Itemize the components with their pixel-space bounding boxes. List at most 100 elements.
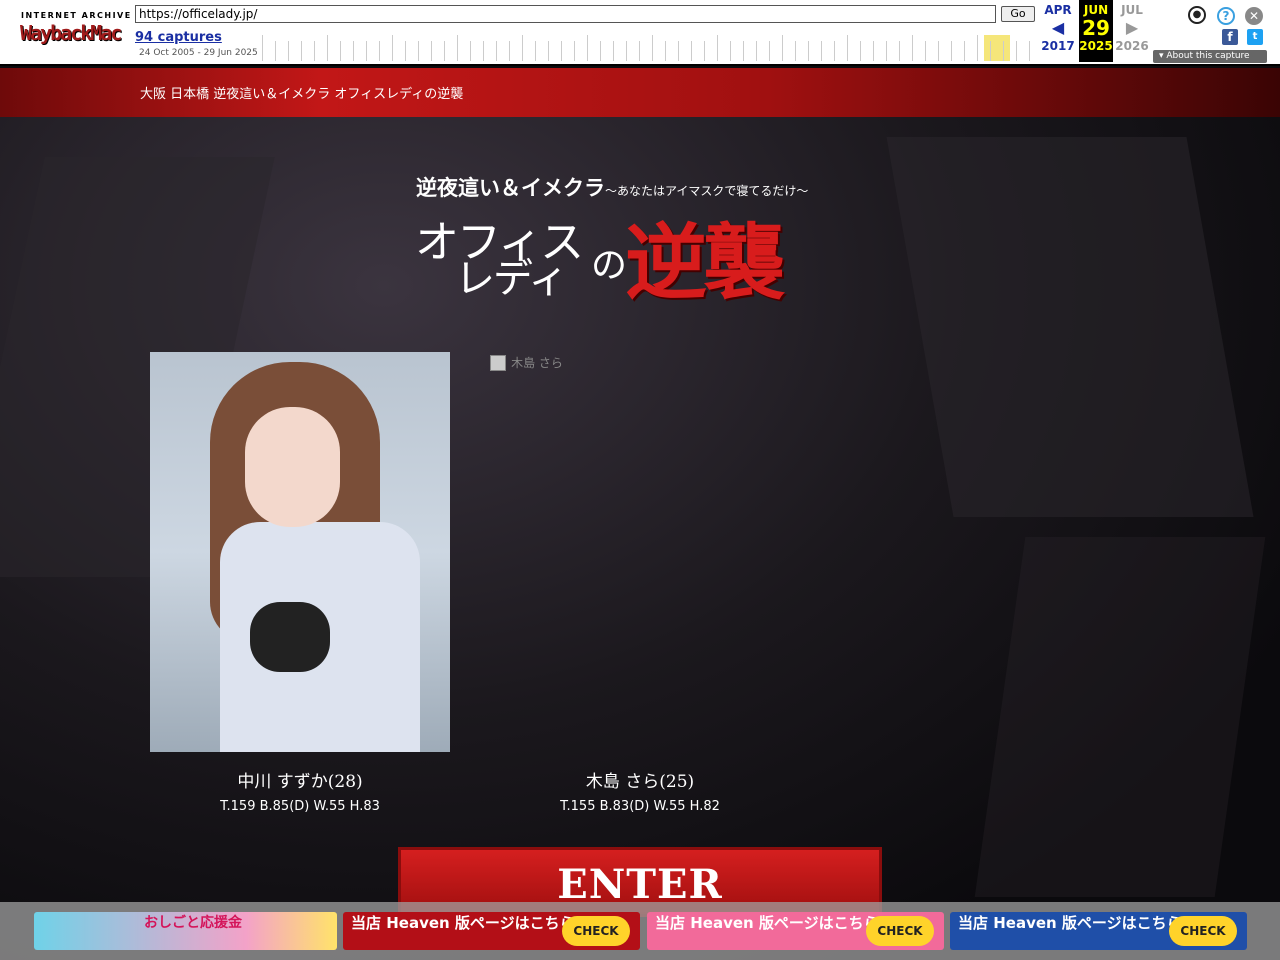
banner-check: CHECK xyxy=(1169,916,1237,946)
sparkline-tick xyxy=(873,41,874,61)
bg-shape xyxy=(974,537,1266,897)
sparkline-tick xyxy=(301,41,302,61)
current-year-label: 2025 xyxy=(1079,39,1113,53)
sparkline-tick xyxy=(418,41,419,61)
banner-text: 当店 Heaven 版ページはこちら xyxy=(958,914,1182,932)
cast-spec: T.159 B.85(D) W.55 H.83 xyxy=(220,799,380,814)
sparkline-tick xyxy=(483,41,484,61)
wayback-go-button[interactable]: Go xyxy=(1001,6,1035,22)
sparkline-tick xyxy=(639,41,640,61)
wayback-prev-month[interactable]: APR ◀ 2017 xyxy=(1040,0,1076,53)
sparkline-tick xyxy=(964,41,965,61)
sparkline-tick xyxy=(717,35,718,61)
sparkline-tick xyxy=(678,41,679,61)
sparkline-tick xyxy=(574,41,575,61)
sparkline-tick xyxy=(470,41,471,61)
sparkline-tick xyxy=(379,41,380,61)
sparkline-tick xyxy=(535,41,536,61)
broken-image-icon xyxy=(490,354,506,371)
next-arrow-icon[interactable]: ▶ xyxy=(1114,17,1150,39)
sparkline-tick xyxy=(834,41,835,61)
sparkline-tick xyxy=(509,41,510,61)
wayback-next-month[interactable]: JUL ▶ 2026 xyxy=(1114,0,1150,53)
sparkline-tick xyxy=(431,41,432,61)
photo-lace xyxy=(250,602,330,672)
help-icon[interactable]: ? xyxy=(1217,7,1235,25)
sparkline-tick xyxy=(522,35,523,61)
site-logo: 逆夜這い＆イメクラ～あなたはアイマスクで寝てるだけ～ オフィス レディ の 逆襲 xyxy=(415,168,865,313)
sparkline-tick xyxy=(366,41,367,61)
sparkline-tick xyxy=(600,41,601,61)
sparkline-tick xyxy=(743,41,744,61)
sparkline-tick xyxy=(925,41,926,61)
banner-heaven-3[interactable]: 当店 Heaven 版ページはこちら CHECK xyxy=(950,912,1247,950)
banner-vanilla[interactable]: おしごと応援金 xyxy=(34,912,337,950)
banner-heaven-2[interactable]: 当店 Heaven 版ページはこちら CHECK xyxy=(647,912,944,950)
banner-strip: おしごと応援金 当店 Heaven 版ページはこちら CHECK 当店 Heav… xyxy=(0,902,1280,960)
prev-month-label: APR xyxy=(1044,3,1072,17)
cast-card[interactable]: 中川 すずか(28) T.159 B.85(D) W.55 H.83 xyxy=(150,352,450,814)
cast-name: 木島 さら(25) xyxy=(585,772,695,792)
cast-spec: T.155 B.83(D) W.55 H.82 xyxy=(560,799,720,814)
cast-card[interactable]: 木島 さら 木島 さら(25) T.155 B.83(D) W.55 H.82 xyxy=(490,352,790,814)
sparkline-tick xyxy=(327,35,328,61)
banner-heaven-1[interactable]: 当店 Heaven 版ページはこちら CHECK xyxy=(343,912,640,950)
wayback-sparkline[interactable] xyxy=(262,33,1038,61)
wayback-logo[interactable]: WaybackMachine xyxy=(20,21,122,47)
sparkline-tick xyxy=(730,41,731,61)
sparkline-tick xyxy=(314,41,315,61)
sparkline-tick xyxy=(756,41,757,61)
wayback-current-date: JUN 29 2025 xyxy=(1079,0,1113,62)
sparkline-tick xyxy=(899,41,900,61)
site-header-title: 大阪 日本橋 逆夜這い＆イメクラ オフィスレディの逆襲 xyxy=(140,87,464,102)
prev-year-label: 2017 xyxy=(1041,39,1075,53)
sparkline-tick xyxy=(847,35,848,61)
enter-label: ENTER xyxy=(557,861,723,908)
sparkline-tick xyxy=(782,35,783,61)
sparkline-tick xyxy=(548,41,549,61)
sparkline-tick xyxy=(496,41,497,61)
cast-photo-broken[interactable]: 木島 さら xyxy=(490,352,790,752)
sparkline-tick xyxy=(288,41,289,61)
facebook-icon[interactable]: f xyxy=(1222,29,1238,45)
sparkline-tick xyxy=(587,35,588,61)
sparkline-tick xyxy=(795,41,796,61)
sparkline-tick xyxy=(652,35,653,61)
about-capture-button[interactable]: ▾ About this capture xyxy=(1153,50,1267,63)
wayback-logo-top: INTERNET ARCHIVE xyxy=(21,11,132,20)
sparkline-tick xyxy=(1029,41,1030,61)
wayback-toolbar: INTERNET ARCHIVE WaybackMachine https://… xyxy=(0,0,1280,66)
sparkline-tick xyxy=(353,41,354,61)
banner-text: おしごと応援金 xyxy=(144,915,242,931)
banner-check: CHECK xyxy=(866,916,934,946)
sparkline-tick xyxy=(1003,41,1004,61)
user-icon[interactable]: ● xyxy=(1188,6,1206,24)
sparkline-highlight xyxy=(984,35,1010,61)
banner-check: CHECK xyxy=(562,916,630,946)
wayback-url-input[interactable]: https://officelady.jp/ xyxy=(135,5,996,23)
sparkline-tick xyxy=(691,41,692,61)
logo-no: の xyxy=(591,245,628,286)
sparkline-tick xyxy=(951,41,952,61)
wayback-captures-link[interactable]: 94 captures xyxy=(135,30,222,45)
twitter-icon[interactable]: t xyxy=(1247,29,1263,45)
cast-photo[interactable] xyxy=(150,352,450,752)
prev-arrow-icon[interactable]: ◀ xyxy=(1040,17,1076,39)
banner-text: 当店 Heaven 版ページはこちら xyxy=(655,914,879,932)
close-icon[interactable]: ✕ xyxy=(1245,7,1263,25)
banner-text: 当店 Heaven 版ページはこちら xyxy=(351,914,575,932)
current-day-label: 29 xyxy=(1082,16,1110,40)
sparkline-tick xyxy=(275,41,276,61)
logo-subtitle-main: 逆夜這い＆イメクラ xyxy=(416,175,605,200)
current-month-label: JUN xyxy=(1083,3,1109,17)
sparkline-tick xyxy=(886,41,887,61)
sparkline-tick xyxy=(912,35,913,61)
sparkline-tick xyxy=(626,41,627,61)
logo-main-line2: レディ xyxy=(455,256,568,302)
wayback-date-range: 24 Oct 2005 - 29 Jun 2025 xyxy=(139,48,258,58)
cast-name: 中川 すずか(28) xyxy=(237,772,363,792)
site-header-bar: 大阪 日本橋 逆夜這い＆イメクラ オフィスレディの逆襲 xyxy=(0,68,1280,117)
sparkline-tick xyxy=(990,41,991,61)
sparkline-tick xyxy=(561,41,562,61)
sparkline-tick xyxy=(704,41,705,61)
